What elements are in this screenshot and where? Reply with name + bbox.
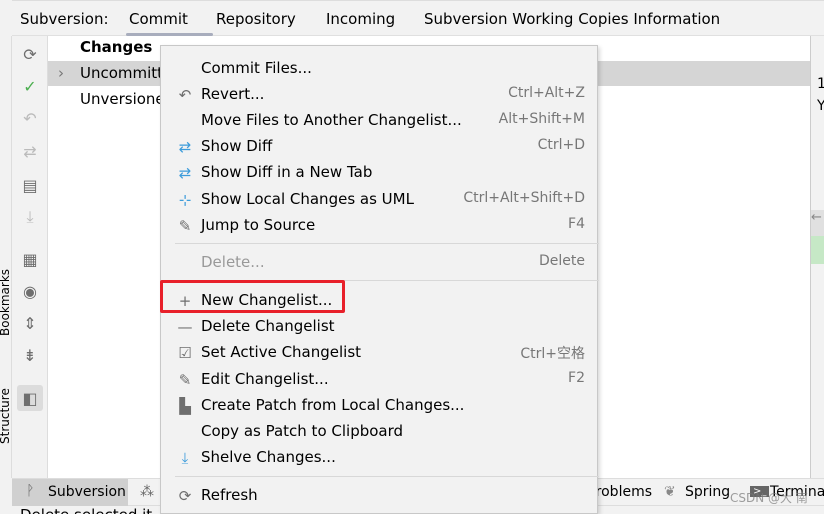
bottom-tab-subversion[interactable]: ᚹ Subversion xyxy=(12,479,128,506)
menu-item-label: Edit Changelist... xyxy=(201,370,329,388)
menu-item-create-patch[interactable]: ▙ Create Patch from Local Changes... xyxy=(161,393,597,419)
chevron-right-icon[interactable]: › xyxy=(58,64,64,82)
commit-toolbar: ⟳ ✓ ↶ ⇄ ▤ ⤓ ▦ ◉ ⇕ ⇟ ◧ xyxy=(12,36,48,478)
menu-item-label: Delete Changelist xyxy=(201,317,335,335)
bookmarks-tab[interactable]: Bookmarks xyxy=(0,269,12,336)
tab-commit[interactable]: Commit xyxy=(129,10,188,28)
status-text: Delete selected it xyxy=(20,506,152,514)
left-tool-strip: Bookmarks Structure xyxy=(0,36,12,478)
spring-leaf-icon: ❦ xyxy=(664,484,676,500)
right-panel-text: Y xyxy=(817,98,824,114)
menu-item-label: Show Diff in a New Tab xyxy=(201,163,373,181)
menu-separator xyxy=(175,476,599,477)
tab-incoming[interactable]: Incoming xyxy=(326,10,395,28)
view-options-icon[interactable]: ◉ xyxy=(19,280,41,302)
menu-item-label: Jump to Source xyxy=(201,216,316,234)
tree-row-label: Uncommitte xyxy=(80,64,173,82)
show-diff-icon[interactable]: ⇄ xyxy=(19,140,41,162)
patch-icon: ▙ xyxy=(179,397,191,415)
minus-icon: — xyxy=(177,318,193,336)
revert-icon: ↶ xyxy=(178,86,192,104)
structure-tab[interactable]: Structure xyxy=(0,388,12,444)
right-panel: 1 Y ← xyxy=(810,36,824,478)
menu-item-shortcut: Ctrl+Alt+Z xyxy=(508,85,585,101)
collapse-all-icon[interactable]: ⇟ xyxy=(19,344,41,366)
menu-item-copy-patch[interactable]: Copy as Patch to Clipboard xyxy=(161,419,597,445)
bottom-tab-label: Subversion xyxy=(48,484,126,500)
diff-icon: ⇄ xyxy=(178,138,192,156)
preview-toggle-icon[interactable]: ◧ xyxy=(17,385,43,411)
menu-item-revert[interactable]: ↶ Revert... Ctrl+Alt+Z xyxy=(161,82,597,108)
menu-item-commit-files[interactable]: Commit Files... xyxy=(161,56,597,82)
menu-item-label: Show Diff xyxy=(201,137,273,155)
menu-item-show-uml[interactable]: ⊹ Show Local Changes as UML Ctrl+Alt+Shift… xyxy=(161,187,597,213)
commit-check-icon[interactable]: ✓ xyxy=(19,75,41,97)
arrow-left-icon[interactable]: ← xyxy=(811,210,824,236)
menu-item-shortcut: Ctrl+D xyxy=(537,137,585,153)
shelve-icon: ⤓ xyxy=(181,449,189,467)
refresh-icon[interactable]: ⟳ xyxy=(19,43,41,65)
diff-added-marker xyxy=(811,236,824,264)
group-by-icon[interactable]: ▦ xyxy=(19,248,41,270)
menu-item-move-files[interactable]: Move Files to Another Changelist... Alt+S… xyxy=(161,108,597,134)
highlight-box xyxy=(160,280,345,313)
menu-item-label: Refresh xyxy=(201,486,258,504)
menu-item-label: Commit Files... xyxy=(201,59,312,77)
menu-item-delete-changelist[interactable]: — Delete Changelist xyxy=(161,314,597,340)
changelist-icon[interactable]: ▤ xyxy=(19,174,41,196)
status-line: Delete selected it xyxy=(0,506,160,514)
git-graph-icon[interactable]: ⁂ xyxy=(140,484,154,500)
menu-item-refresh[interactable]: ⟳ Refresh xyxy=(161,483,597,509)
menu-item-delete: Delete... Delete xyxy=(161,250,597,276)
menu-item-label: Shelve Changes... xyxy=(201,448,336,466)
branch-icon: ᚹ xyxy=(26,483,35,499)
menu-item-shelve-changes[interactable]: ⤓ Shelve Changes... xyxy=(161,445,597,471)
menu-item-show-diff[interactable]: ⇄ Show Diff Ctrl+D xyxy=(161,134,597,160)
menu-item-shortcut: Ctrl+Alt+Shift+D xyxy=(463,190,585,206)
expand-all-icon[interactable]: ⇕ xyxy=(19,312,41,334)
menu-item-jump-to-source[interactable]: ✎ Jump to Source F4 xyxy=(161,213,597,239)
menu-item-shortcut: F2 xyxy=(568,370,585,386)
tool-window-tabbar: Subversion: Commit Repository Incoming S… xyxy=(12,0,824,36)
right-panel-text: 1 xyxy=(817,76,824,92)
checkbox-icon: ☑ xyxy=(178,344,192,362)
refresh-icon: ⟳ xyxy=(178,487,192,505)
menu-item-label: Move Files to Another Changelist... xyxy=(201,111,462,129)
menu-item-label: Set Active Changelist xyxy=(201,343,362,361)
bottom-tab-spring[interactable]: Spring xyxy=(685,484,730,500)
menu-item-shortcut: F4 xyxy=(568,216,585,232)
menu-item-label: Revert... xyxy=(201,85,265,103)
menu-item-shortcut: Alt+Shift+M xyxy=(498,111,585,127)
menu-item-label: Delete... xyxy=(201,253,265,271)
menu-item-set-active-changelist[interactable]: ☑ Set Active Changelist Ctrl+空格 xyxy=(161,340,597,366)
menu-item-edit-changelist[interactable]: ✎ Edit Changelist... F2 xyxy=(161,367,597,393)
tab-working-copies[interactable]: Subversion Working Copies Information xyxy=(424,10,720,28)
menu-item-label: Create Patch from Local Changes... xyxy=(201,396,465,414)
menu-item-show-diff-new-tab[interactable]: ⇄ Show Diff in a New Tab xyxy=(161,160,597,186)
menu-item-label: Show Local Changes as UML xyxy=(201,190,414,208)
update-icon[interactable]: ⤓ xyxy=(19,206,41,228)
menu-item-shortcut: Ctrl+空格 xyxy=(520,346,585,362)
diff-icon: ⇄ xyxy=(178,164,192,182)
watermark: CSDN @大 南 xyxy=(730,491,808,505)
pencil-icon: ✎ xyxy=(178,217,192,235)
tree-row-label: Unversione xyxy=(80,90,165,108)
menu-separator xyxy=(175,243,599,244)
rollback-icon[interactable]: ↶ xyxy=(19,107,41,129)
menu-item-label: Copy as Patch to Clipboard xyxy=(201,422,404,440)
uml-icon: ⊹ xyxy=(178,191,192,209)
tab-repository[interactable]: Repository xyxy=(216,10,296,28)
pencil-icon: ✎ xyxy=(178,371,192,389)
tabbar-label: Subversion: xyxy=(20,10,109,28)
menu-item-shortcut: Delete xyxy=(539,253,585,269)
